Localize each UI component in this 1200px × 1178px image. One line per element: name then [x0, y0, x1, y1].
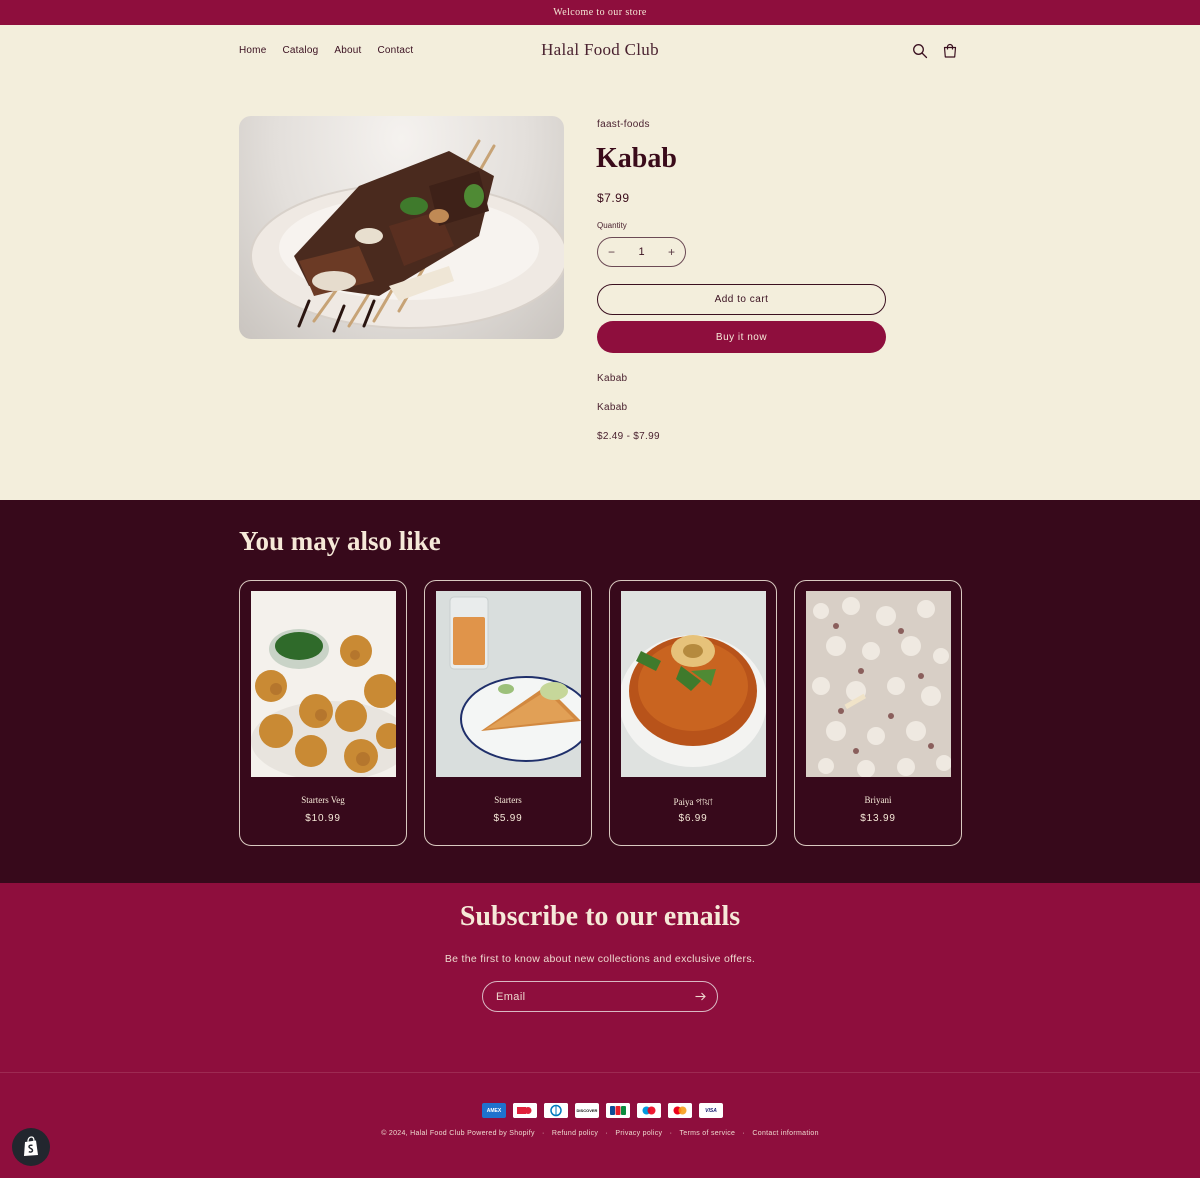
newsletter-text: Be the first to know about new collectio…	[444, 953, 756, 965]
diners-club-icon	[513, 1103, 537, 1118]
product-vendor: faast-foods	[597, 119, 650, 130]
footer-legal: © 2024, Halal Food Club Powered by Shopi…	[0, 1130, 1200, 1137]
cart-icon[interactable]	[942, 43, 958, 59]
product-card[interactable]: Starters $5.99	[424, 580, 592, 846]
samosa-photo	[436, 591, 581, 777]
quantity-input[interactable]: 1	[638, 246, 644, 258]
mastercard-icon	[668, 1103, 692, 1118]
maestro-icon	[637, 1103, 661, 1118]
product-card-image	[251, 591, 396, 777]
announcement-text: Welcome to our store	[553, 7, 647, 18]
separator: ·	[605, 1130, 609, 1137]
add-to-cart-button[interactable]: Add to cart	[597, 284, 886, 315]
description-price-range: $2.49 - $7.99	[597, 431, 660, 442]
product-card[interactable]: Paiya পায়া $6.99	[609, 580, 777, 846]
arrow-right-icon[interactable]	[694, 990, 707, 1003]
quantity-stepper: − 1 +	[597, 237, 686, 267]
product-card-title: Starters Veg	[301, 795, 345, 805]
product-card-image	[436, 591, 581, 777]
product-card-price: $10.99	[305, 813, 341, 824]
product-card-title: Briyani	[864, 795, 892, 805]
related-title: You may also like	[239, 526, 441, 556]
copyright-text: © 2024, Halal Food Club Powered by Shopi…	[381, 1130, 535, 1137]
privacy-policy-link[interactable]: Privacy policy	[615, 1130, 662, 1137]
product-card-price: $6.99	[678, 813, 708, 824]
search-icon[interactable]	[912, 43, 928, 59]
product-card-price: $13.99	[860, 813, 896, 824]
announcement-bar: Welcome to our store	[0, 0, 1200, 25]
quantity-decrease-button[interactable]: −	[608, 245, 615, 259]
email-placeholder: Email	[496, 990, 526, 1003]
diners-icon	[544, 1103, 568, 1118]
shopify-icon[interactable]	[12, 1128, 50, 1166]
pakora-photo	[251, 591, 396, 777]
product-price: $7.99	[597, 191, 630, 205]
product-card-title: Starters	[494, 795, 522, 805]
separator: ·	[669, 1130, 673, 1137]
newsletter-section: Subscribe to our emails Be the first to …	[0, 883, 1200, 1073]
quantity-increase-button[interactable]: +	[668, 245, 675, 259]
product-card-price: $5.99	[493, 813, 523, 824]
product-card-image	[621, 591, 766, 777]
refund-policy-link[interactable]: Refund policy	[552, 1130, 598, 1137]
separator: ·	[542, 1130, 545, 1137]
terms-of-service-link[interactable]: Terms of service	[680, 1130, 736, 1137]
visa-icon: VISA	[699, 1103, 723, 1118]
product-section: faast-foods Kabab $7.99 Quantity − 1 + A…	[0, 79, 1200, 500]
newsletter-title: Subscribe to our emails	[459, 901, 741, 932]
product-title: Kabab	[596, 143, 677, 174]
related-products: You may also like Starters Veg $10.99 St…	[0, 500, 1200, 883]
product-card[interactable]: Starters Veg $10.99	[239, 580, 407, 846]
american-express-icon: AMEX	[482, 1103, 506, 1118]
contact-information-link[interactable]: Contact information	[752, 1130, 818, 1137]
quantity-label: Quantity	[597, 221, 627, 230]
kabab-photo	[250, 139, 564, 333]
description-line: Kabab	[597, 402, 628, 413]
product-card[interactable]: Briyani $13.99	[794, 580, 962, 846]
site-header: Home Catalog About Contact Halal Food Cl…	[0, 25, 1200, 79]
email-field[interactable]: Email	[482, 981, 718, 1012]
product-image[interactable]	[239, 116, 564, 339]
payment-icons: AMEX DISCOVER VISA	[482, 1103, 723, 1118]
separator: ·	[742, 1130, 746, 1137]
product-card-title: Paiya পায়া	[673, 797, 713, 807]
paiya-photo	[621, 591, 766, 777]
store-logo[interactable]: Halal Food Club	[0, 40, 1200, 60]
jcb-icon	[606, 1103, 630, 1118]
buy-now-button[interactable]: Buy it now	[597, 321, 886, 353]
briyani-photo	[806, 591, 951, 777]
discover-icon: DISCOVER	[575, 1103, 599, 1118]
description-line: Kabab	[597, 373, 628, 384]
site-footer: AMEX DISCOVER VISA © 2024, Halal Food Cl…	[0, 1073, 1200, 1178]
product-card-image	[806, 591, 951, 777]
